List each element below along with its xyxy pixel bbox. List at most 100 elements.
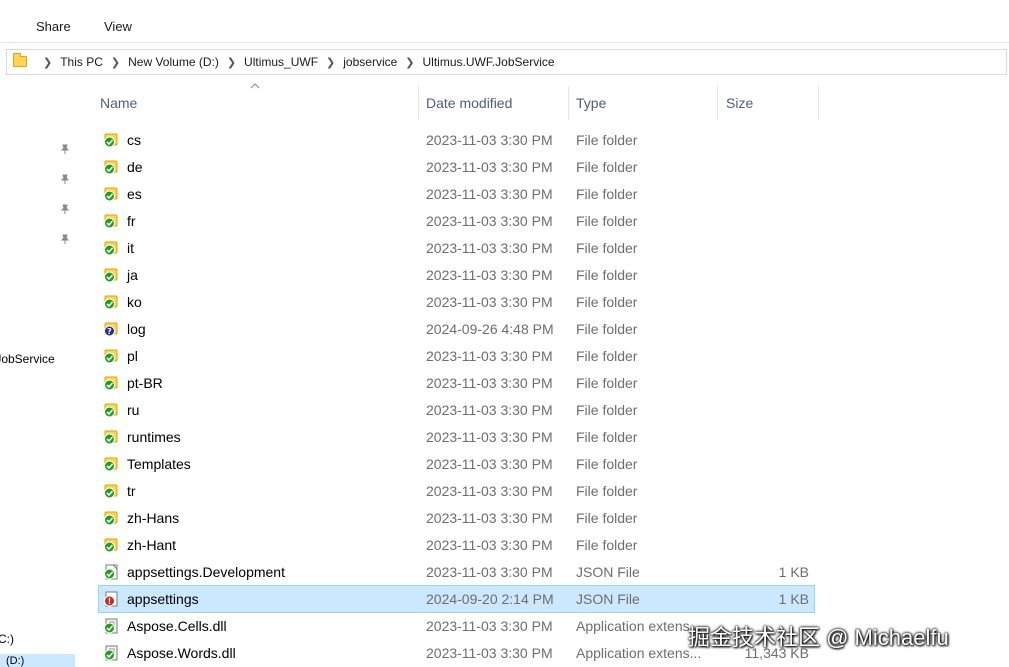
pin-icon[interactable] [60, 234, 70, 244]
file-name: Aspose.Words.dll [127, 645, 236, 661]
file-size: 1 KB [778, 564, 809, 580]
file-row[interactable]: zh-Hant 2023-11-03 3:30 PM File folder [99, 532, 814, 558]
watermark: 掘金技术社区 @ Michaelfu [688, 625, 949, 650]
date-modified: 2023-11-03 3:30 PM [426, 483, 553, 499]
file-name: tr [127, 483, 136, 499]
date-modified: 2023-11-03 3:30 PM [426, 375, 553, 391]
folder-sync-ok-icon [104, 160, 118, 175]
folder-sync-ok-icon [104, 511, 118, 526]
file-row[interactable]: fr 2023-11-03 3:30 PM File folder [99, 208, 814, 234]
column-date-modified[interactable]: Date modified [426, 95, 512, 111]
file-row[interactable]: Templates 2023-11-03 3:30 PM File folder [99, 451, 814, 477]
chevron-right-icon[interactable]: ❯ [405, 56, 414, 69]
column-size[interactable]: Size [726, 95, 753, 111]
date-modified: 2023-11-03 3:30 PM [426, 402, 553, 418]
date-modified: 2023-11-03 3:30 PM [426, 510, 553, 526]
svg-text:!: ! [108, 597, 112, 606]
breadcrumb-ultimus-uwf[interactable]: Ultimus_UWF [244, 55, 318, 69]
file-name: ja [127, 267, 138, 283]
file-name: Templates [127, 456, 191, 472]
chevron-right-icon[interactable]: ❯ [326, 56, 335, 69]
tab-share[interactable]: Share [36, 19, 71, 34]
file-name: ko [127, 294, 142, 310]
breadcrumb-new-volume[interactable]: New Volume (D:) [128, 55, 219, 69]
file-row[interactable]: ko 2023-11-03 3:30 PM File folder [99, 289, 814, 315]
file-row[interactable]: runtimes 2023-11-03 3:30 PM File folder [99, 424, 814, 450]
file-list: Name Date modified Type Size cs 2023-11-0… [77, 76, 1009, 667]
date-modified: 2023-11-03 3:30 PM [426, 132, 553, 148]
column-divider[interactable] [418, 86, 419, 120]
column-name[interactable]: Name [100, 95, 137, 111]
nav-item-d-drive[interactable]: (D:) [0, 654, 75, 667]
folder-sync-unknown-icon: ? [104, 322, 118, 337]
file-name: cs [127, 132, 141, 148]
file-type: File folder [576, 267, 638, 283]
file-row[interactable]: ! appsettings 2024-09-20 2:14 PM JSON File 1… [98, 585, 815, 613]
tab-view[interactable]: View [104, 19, 132, 34]
file-name: appsettings.Development [127, 564, 285, 580]
folder-sync-ok-icon [104, 457, 118, 472]
file-row[interactable]: ja 2023-11-03 3:30 PM File folder [99, 262, 814, 288]
file-type: File folder [576, 456, 638, 472]
address-bar[interactable]: ❯ This PC ❯ New Volume (D:) ❯ Ultimus_UW… [6, 49, 1007, 75]
file-size: 1 KB [778, 591, 809, 607]
navigation-pane: .JobService C:) [0, 76, 76, 667]
breadcrumb-this-pc[interactable]: This PC [60, 55, 103, 69]
column-divider[interactable] [818, 86, 819, 120]
file-row[interactable]: zh-Hans 2023-11-03 3:30 PM File folder [99, 505, 814, 531]
nav-item-d-drive-label: (D:) [6, 655, 25, 667]
json-file-sync-ok-icon [104, 564, 118, 580]
folder-sync-ok-icon [104, 403, 118, 418]
chevron-right-icon[interactable]: ❯ [111, 56, 120, 69]
nav-item-jobservice[interactable]: .JobService [0, 352, 55, 366]
folder-sync-ok-icon [104, 538, 118, 553]
breadcrumb-jobservice[interactable]: jobservice [343, 55, 397, 69]
file-row[interactable]: es 2023-11-03 3:30 PM File folder [99, 181, 814, 207]
file-row[interactable]: tr 2023-11-03 3:30 PM File folder [99, 478, 814, 504]
column-divider[interactable] [568, 86, 569, 120]
file-type: File folder [576, 186, 638, 202]
breadcrumb-ultimus-uwf-jobservice[interactable]: Ultimus.UWF.JobService [423, 55, 555, 69]
chevron-right-icon[interactable]: ❯ [43, 56, 52, 69]
folder-sync-ok-icon [104, 295, 118, 310]
file-type: File folder [576, 213, 638, 229]
chevron-right-icon[interactable]: ❯ [227, 56, 236, 69]
date-modified: 2024-09-20 2:14 PM [426, 591, 554, 607]
date-modified: 2023-11-03 3:30 PM [426, 294, 553, 310]
file-name: fr [127, 213, 136, 229]
file-name: log [127, 321, 146, 337]
date-modified: 2023-11-03 3:30 PM [426, 267, 553, 283]
file-row[interactable]: pl 2023-11-03 3:30 PM File folder [99, 343, 814, 369]
file-type: File folder [576, 510, 638, 526]
file-row[interactable]: ? log 2024-09-26 4:48 PM File folder [99, 316, 814, 342]
file-row[interactable]: appsettings.Development 2023-11-03 3:30 P… [99, 559, 814, 585]
folder-sync-ok-icon [104, 241, 118, 256]
folder-sync-ok-icon [104, 376, 118, 391]
pin-icon[interactable] [60, 144, 70, 154]
file-name: zh-Hans [127, 510, 180, 526]
file-row[interactable]: de 2023-11-03 3:30 PM File folder [99, 154, 814, 180]
pin-icon[interactable] [60, 204, 70, 214]
pin-icon[interactable] [60, 174, 70, 184]
file-name: runtimes [127, 429, 181, 445]
file-type: File folder [576, 483, 638, 499]
file-row[interactable]: it 2023-11-03 3:30 PM File folder [99, 235, 814, 261]
file-type: File folder [576, 240, 638, 256]
date-modified: 2023-11-03 3:30 PM [426, 537, 553, 553]
file-row[interactable]: pt-BR 2023-11-03 3:30 PM File folder [99, 370, 814, 396]
column-divider[interactable] [717, 86, 718, 120]
folder-sync-ok-icon [104, 430, 118, 445]
file-name: pt-BR [127, 375, 163, 391]
date-modified: 2023-11-03 3:30 PM [426, 564, 553, 580]
nav-item-c-drive[interactable]: C:) [0, 632, 14, 646]
file-type: File folder [576, 402, 638, 418]
file-name: ru [127, 402, 140, 418]
date-modified: 2024-09-26 4:48 PM [426, 321, 554, 337]
date-modified: 2023-11-03 3:30 PM [426, 186, 553, 202]
date-modified: 2023-11-03 3:30 PM [426, 348, 553, 364]
ribbon: Share View [0, 0, 1009, 42]
column-type[interactable]: Type [576, 95, 606, 111]
json-file-sync-error-icon: ! [104, 591, 118, 607]
file-row[interactable]: cs 2023-11-03 3:30 PM File folder [99, 127, 814, 153]
file-row[interactable]: ru 2023-11-03 3:30 PM File folder [99, 397, 814, 423]
